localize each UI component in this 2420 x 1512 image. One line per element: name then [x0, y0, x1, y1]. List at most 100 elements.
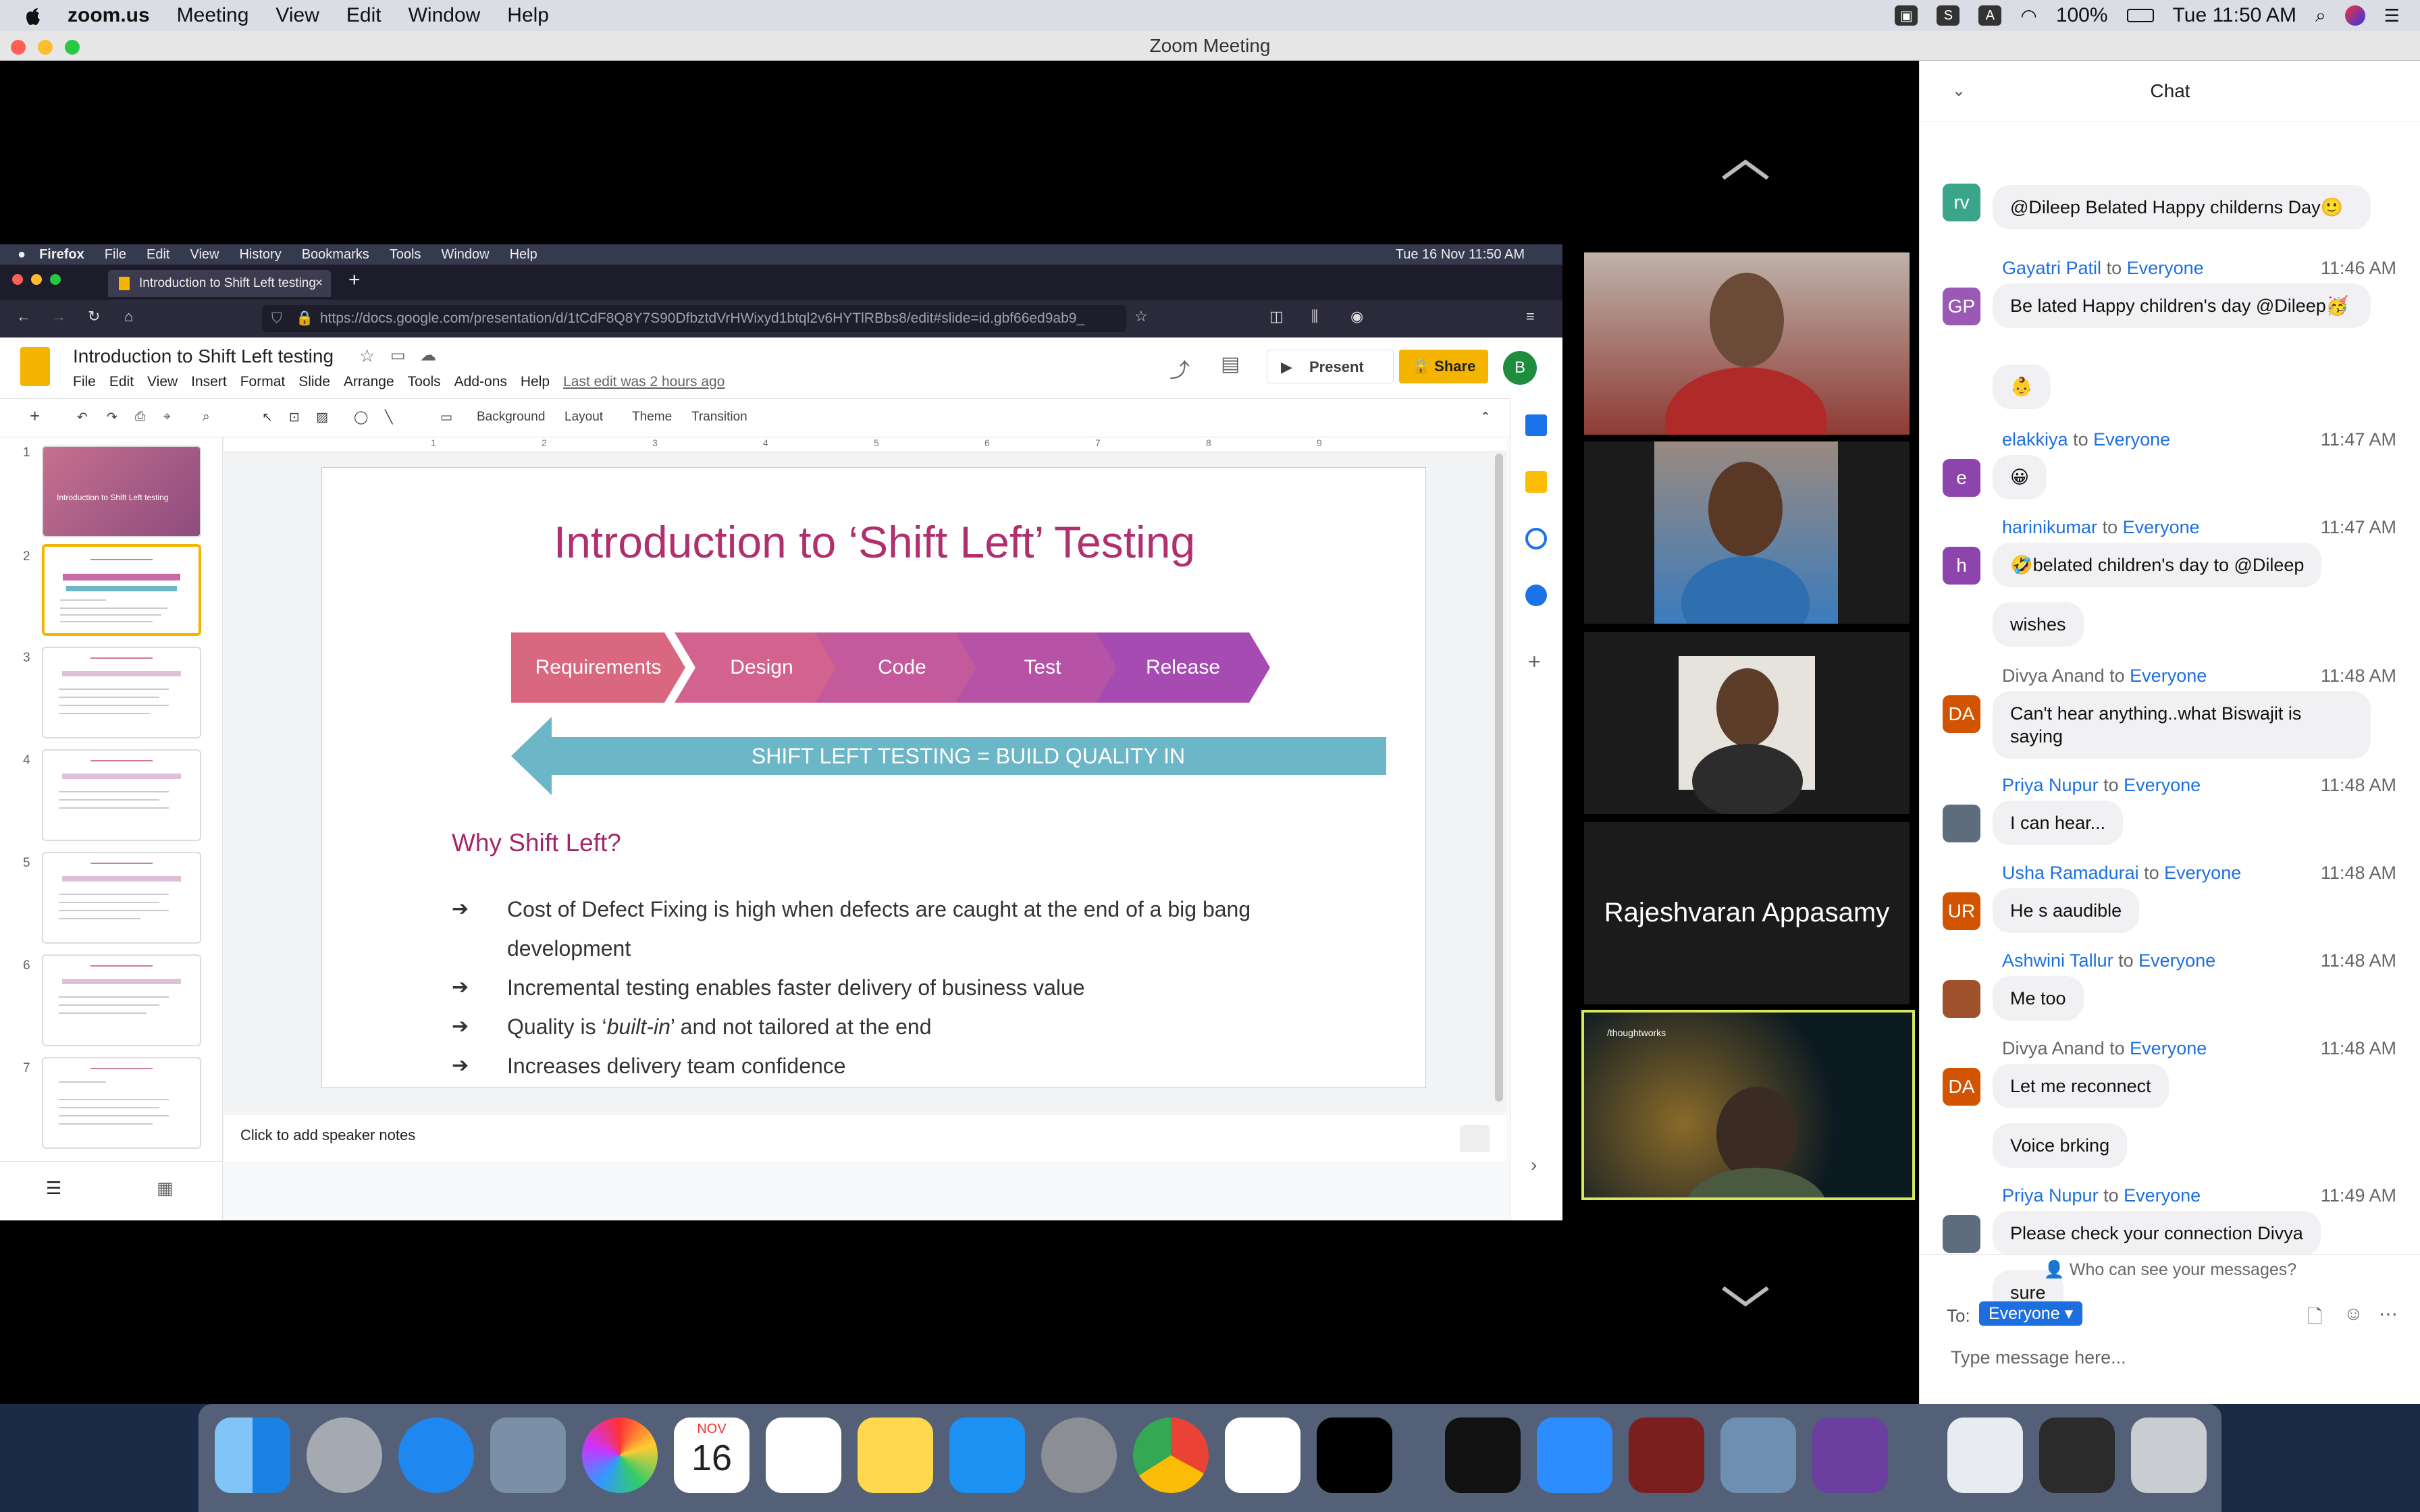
home-icon[interactable]: ⌂ — [124, 308, 133, 325]
calendar-dock-icon[interactable]: NOV 16 — [674, 1418, 749, 1493]
message-bubble[interactable]: Voice brking — [1993, 1123, 2128, 1168]
message-bubble[interactable]: He s aaudible — [1993, 888, 2140, 933]
account-avatar[interactable]: B — [1503, 351, 1537, 385]
recipient-name[interactable]: Everyone — [2130, 1038, 2207, 1058]
new-slide-icon[interactable]: + — [30, 406, 40, 427]
terminal-icon[interactable] — [1445, 1418, 1521, 1493]
slide-thumbnail-4[interactable] — [42, 749, 201, 841]
scroll-down-icon[interactable] — [1722, 1286, 1769, 1307]
active-speaker-video[interactable]: /thoughtworks — [1581, 1010, 1915, 1200]
slide-thumbnail-3[interactable] — [42, 647, 201, 738]
move-folder-icon[interactable]: ▭ — [390, 346, 406, 365]
star-icon[interactable]: ☆ — [359, 346, 375, 367]
ff-menu-view[interactable]: View — [190, 247, 219, 263]
speaker-notes[interactable]: Click to add speaker notes — [224, 1114, 1507, 1161]
message-bubble[interactable]: @Dileep Belated Happy childerns Day🙂 — [1993, 185, 2371, 230]
activity-trend-icon[interactable]: ⤴ — [1169, 354, 1190, 383]
spotlight-icon[interactable]: ⌕ — [2315, 5, 2326, 27]
bookmark-star-icon[interactable]: ☆ — [1134, 308, 1148, 325]
github-desktop-icon[interactable] — [1812, 1418, 1888, 1493]
browser-tab[interactable]: Introduction to Shift Left testing × — [108, 270, 331, 297]
launchpad-icon[interactable] — [307, 1418, 382, 1493]
canvas-scrollbar[interactable] — [1495, 454, 1503, 1102]
message-bubble[interactable]: 👶 — [1993, 364, 2051, 409]
recipient-name[interactable]: Everyone — [2138, 950, 2215, 971]
ff-menu-edit[interactable]: Edit — [147, 247, 169, 263]
sender-name[interactable]: elakkiya — [2002, 429, 2068, 450]
redo-icon[interactable]: ↷ — [107, 410, 117, 425]
ff-close-icon[interactable] — [12, 274, 23, 285]
comment-add-icon[interactable]: ▭ — [440, 410, 452, 425]
slides-menu-arrange[interactable]: Arrange — [344, 374, 394, 390]
preview-icon[interactable] — [1720, 1418, 1796, 1493]
message-bubble[interactable]: I can hear... — [1993, 801, 2124, 845]
participant-video-2[interactable] — [1584, 441, 1910, 624]
filmstrip-view-icon[interactable]: ☰ — [46, 1178, 61, 1199]
sender-name[interactable]: Divya Anand — [2002, 1038, 2105, 1058]
slide-title[interactable]: Introduction to ‘Shift Left’ Testing — [322, 516, 1427, 568]
photos-icon[interactable] — [582, 1418, 658, 1493]
recipient-name[interactable]: Everyone — [2124, 1185, 2201, 1206]
slides-menu-tools[interactable]: Tools — [408, 374, 441, 390]
sender-name[interactable]: Divya Anand — [2002, 666, 2105, 686]
sender-name[interactable]: harinikumar — [2002, 517, 2097, 537]
textbox-icon[interactable]: ⊡ — [289, 410, 300, 425]
slides-menu-view[interactable]: View — [147, 374, 178, 390]
input-source-icon[interactable]: A — [1978, 5, 2002, 26]
ff-menu-help[interactable]: Help — [510, 247, 537, 263]
sender-name[interactable]: Priya Nupur — [2002, 1185, 2099, 1206]
chrome-icon[interactable] — [1133, 1418, 1209, 1493]
bullet-list[interactable]: Cost of Defect Fixing is high when defec… — [452, 890, 1330, 1085]
message-bubble[interactable]: Me too — [1993, 976, 2084, 1021]
slides-menu-addons[interactable]: Add-ons — [454, 374, 507, 390]
who-can-see-link[interactable]: 👤 Who can see your messages? — [1920, 1254, 2420, 1284]
ff-zoom-icon[interactable] — [50, 274, 61, 285]
slides-menu-insert[interactable]: Insert — [191, 374, 227, 390]
sender-name[interactable]: Gayatri Patil — [2002, 258, 2101, 278]
ff-menu-window[interactable]: Window — [441, 247, 489, 263]
chevron-down-icon[interactable]: ⌄ — [1952, 61, 1966, 122]
collapse-toolbar-icon[interactable]: ⌃ — [1480, 410, 1491, 425]
notes-icon[interactable] — [858, 1418, 933, 1493]
extension-icon[interactable]: ◉ — [1350, 308, 1363, 325]
present-button[interactable]: ▶ Present ▼ — [1267, 350, 1412, 383]
ff-minimize-icon[interactable] — [31, 274, 42, 285]
menu-app-name[interactable]: zoom.us — [68, 4, 150, 27]
undo-icon[interactable]: ↶ — [77, 410, 88, 425]
file-icon[interactable]: 🗋 — [2307, 1303, 2323, 1335]
intellij-icon[interactable] — [1317, 1418, 1392, 1493]
message-bubble[interactable]: Can't hear anything..what Biswajit is sa… — [1993, 691, 2371, 759]
zip-file-icon[interactable] — [1947, 1418, 2023, 1493]
close-icon[interactable] — [11, 40, 26, 55]
expand-panel-icon[interactable]: › — [1531, 1154, 1537, 1176]
layout-button[interactable]: Layout — [564, 410, 603, 425]
slide-subtitle[interactable]: Why Shift Left? — [452, 829, 621, 857]
recipient-name[interactable]: Everyone — [2127, 258, 2204, 278]
tab-close-icon[interactable]: × — [315, 270, 323, 297]
recipient-dropdown[interactable]: Everyone ▾ — [1979, 1301, 2083, 1326]
wifi-icon[interactable]: ◠ — [2020, 5, 2036, 27]
recipient-name[interactable]: Everyone — [2123, 517, 2200, 537]
battery-icon[interactable] — [2126, 9, 2154, 22]
recipient-name[interactable]: Everyone — [2093, 429, 2170, 450]
paint-format-icon[interactable]: ⌖ — [163, 410, 171, 425]
slide-thumbnail-6[interactable] — [42, 954, 201, 1046]
system-preferences-icon[interactable] — [1041, 1418, 1117, 1493]
image-icon[interactable]: ▨ — [316, 410, 328, 425]
cloud-status-icon[interactable]: ☁ — [420, 346, 436, 365]
current-slide[interactable]: Introduction to ‘Shift Left’ Testing Req… — [321, 467, 1426, 1088]
more-options-icon[interactable]: ⋯ — [2379, 1303, 2398, 1325]
menu-window[interactable]: Window — [409, 4, 481, 27]
menu-clock[interactable]: Tue 11:50 AM — [2173, 4, 2296, 27]
forward-icon[interactable]: → — [51, 308, 66, 325]
skype-tray-icon[interactable]: S — [1937, 5, 1960, 26]
library-icon[interactable]: ⫼ — [1311, 308, 1318, 325]
ff-menu-tools[interactable]: Tools — [390, 247, 421, 263]
siri-icon[interactable] — [2344, 5, 2365, 26]
slides-logo-icon[interactable] — [20, 347, 50, 386]
message-bubble[interactable]: Let me reconnect — [1993, 1064, 2169, 1108]
control-center-icon[interactable]: ☰ — [2384, 5, 2400, 26]
slide-thumbnail-1[interactable]: Introduction to Shift Left testing — [42, 446, 201, 537]
theme-button[interactable]: Theme — [632, 410, 672, 425]
emoji-icon[interactable]: ☺ — [2344, 1303, 2363, 1324]
